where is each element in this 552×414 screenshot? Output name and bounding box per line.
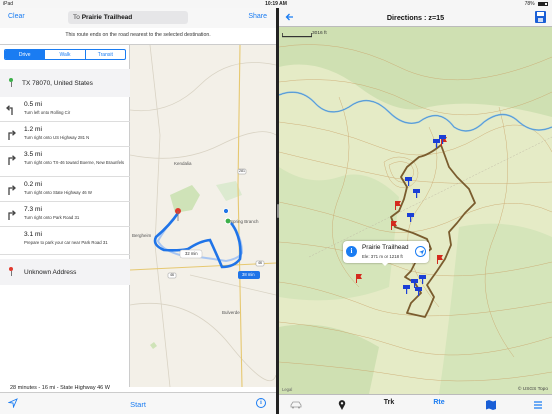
route-time-label: 32 min bbox=[185, 251, 198, 256]
road-shield: 46 bbox=[258, 261, 262, 265]
road-shield: 46 bbox=[170, 273, 174, 277]
topo-map-graphic bbox=[279, 27, 552, 394]
route-map-graphic bbox=[130, 45, 276, 387]
step-instruction: Turn right onto US Highway 281 N bbox=[24, 135, 90, 140]
end-location-row[interactable]: Unknown Address bbox=[0, 259, 130, 285]
step-distance: 3.1 mi bbox=[24, 231, 42, 238]
map-attribution: © USGS Topo bbox=[517, 387, 548, 392]
place-label: Bergheim bbox=[132, 233, 152, 238]
route-note: This route ends on the road nearest to t… bbox=[65, 32, 211, 38]
direction-step[interactable]: 7.3 mi Turn right onto Park Road 31 bbox=[0, 202, 130, 227]
turn-left-icon bbox=[6, 105, 13, 115]
left-nav-bar: Clear To Prairie Trailhead Share bbox=[0, 8, 276, 28]
route-time-label: 38 min bbox=[242, 272, 255, 277]
step-instruction: Turn right onto TX-46 toward Boerne, New… bbox=[24, 160, 125, 165]
step-instruction: Turn right onto Park Road 31 bbox=[24, 215, 80, 220]
right-nav-bar: Directions : z=15 bbox=[279, 8, 552, 27]
scale-bar: 3016 ft bbox=[312, 31, 327, 36]
start-location-row[interactable]: TX 78070, United States bbox=[0, 69, 130, 97]
end-pin-icon bbox=[9, 267, 13, 276]
destination-name: Prairie Trailhead bbox=[81, 14, 133, 21]
waypoint-name: Prairie Trailhead bbox=[362, 244, 409, 251]
navigate-icon[interactable] bbox=[415, 246, 426, 257]
turn-right-icon bbox=[8, 185, 16, 195]
waypoint-callout[interactable]: i Prairie Trailhead Ele: 371 m or 1218 f… bbox=[343, 241, 429, 266]
save-icon[interactable] bbox=[535, 11, 546, 23]
waypoint-elevation: Ele: 371 m or 1218 ft bbox=[362, 254, 403, 259]
track-tab[interactable]: Trk bbox=[379, 399, 399, 411]
direction-step[interactable]: 3.5 mi Turn right onto TX-46 toward Boer… bbox=[0, 147, 130, 177]
status-time: 10:19 AM bbox=[265, 1, 287, 7]
info-icon[interactable]: i bbox=[256, 398, 266, 408]
info-icon[interactable]: i bbox=[346, 246, 357, 257]
left-body: Drive Walk Transit TX 78070, United Stat… bbox=[0, 44, 276, 391]
map-title: Directions : z=15 bbox=[386, 13, 445, 22]
destination-field[interactable]: To Prairie Trailhead bbox=[68, 11, 188, 24]
place-label: Spring Branch bbox=[230, 219, 259, 224]
start-pin-icon bbox=[9, 78, 13, 87]
route-summary: 28 minutes - 16 mi - State Highway 46 W bbox=[10, 385, 110, 391]
place-label: Kendalia bbox=[174, 161, 192, 166]
mode-walk[interactable]: Walk bbox=[45, 50, 86, 59]
battery-percent: 78% bbox=[524, 1, 535, 7]
directions-pane: Clear To Prairie Trailhead Share This ro… bbox=[0, 8, 276, 414]
route-tab[interactable]: Rte bbox=[429, 399, 449, 411]
pin-icon[interactable] bbox=[337, 399, 347, 411]
mode-drive[interactable]: Drive bbox=[5, 50, 46, 59]
legal-link[interactable]: Legal bbox=[282, 387, 292, 392]
step-distance: 0.5 mi bbox=[24, 101, 42, 108]
step-distance: 1.2 mi bbox=[24, 126, 42, 133]
scale-label: 3016 ft bbox=[312, 31, 327, 36]
step-distance: 3.5 mi bbox=[24, 151, 42, 158]
direction-step[interactable]: 3.1 mi Prepare to park your car near Par… bbox=[0, 227, 130, 255]
battery-indicator: 78% bbox=[525, 1, 548, 7]
clear-button[interactable]: Clear bbox=[8, 13, 25, 20]
step-instruction: Turn right onto State Highway 46 W bbox=[24, 190, 92, 195]
step-distance: 0.2 mi bbox=[24, 181, 42, 188]
destination-prefix: To bbox=[73, 14, 80, 21]
left-tab-bar: Start i bbox=[0, 392, 276, 414]
battery-icon bbox=[538, 1, 548, 6]
turn-right-icon bbox=[8, 155, 16, 165]
share-button[interactable]: Share bbox=[248, 13, 267, 20]
callout-tail bbox=[381, 262, 389, 266]
step-instruction: Turn left onto Rolling Cir bbox=[24, 110, 71, 115]
topo-map[interactable]: 3016 ft Legal © USGS Topo i Prairie Trai… bbox=[279, 27, 552, 394]
route-map[interactable]: Kendalia Spring Branch Bergheim Bulverde… bbox=[130, 45, 276, 387]
direction-step[interactable]: 0.5 mi Turn left onto Rolling Cir bbox=[0, 97, 130, 122]
menu-icon[interactable] bbox=[533, 399, 543, 411]
step-distance: 7.3 mi bbox=[24, 206, 42, 213]
direction-step[interactable]: 1.2 mi Turn right onto US Highway 281 N bbox=[0, 122, 130, 147]
directions-list: Drive Walk Transit TX 78070, United Stat… bbox=[0, 45, 130, 391]
start-button[interactable]: Start bbox=[0, 400, 276, 409]
direction-step[interactable]: 0.2 mi Turn right onto State Highway 46 … bbox=[0, 177, 130, 202]
turn-right-icon bbox=[8, 210, 16, 220]
mode-transit[interactable]: Transit bbox=[86, 50, 125, 59]
topo-pane: Directions : z=15 3016 ft Legal © USGS T… bbox=[279, 8, 552, 414]
start-location: TX 78070, United States bbox=[22, 80, 93, 87]
place-label: Bulverde bbox=[222, 310, 240, 315]
transport-mode-control: Drive Walk Transit bbox=[4, 49, 126, 60]
road-shield: 281 bbox=[239, 169, 245, 173]
status-bar: iPad 10:19 AM 78% bbox=[0, 0, 552, 8]
car-icon[interactable] bbox=[289, 399, 303, 411]
right-tab-bar: Trk Rte bbox=[279, 394, 552, 414]
end-location: Unknown Address bbox=[24, 269, 77, 276]
step-instruction: Prepare to park your car near Park Road … bbox=[24, 240, 108, 245]
turn-right-icon bbox=[8, 130, 16, 140]
map-icon[interactable] bbox=[485, 399, 497, 411]
